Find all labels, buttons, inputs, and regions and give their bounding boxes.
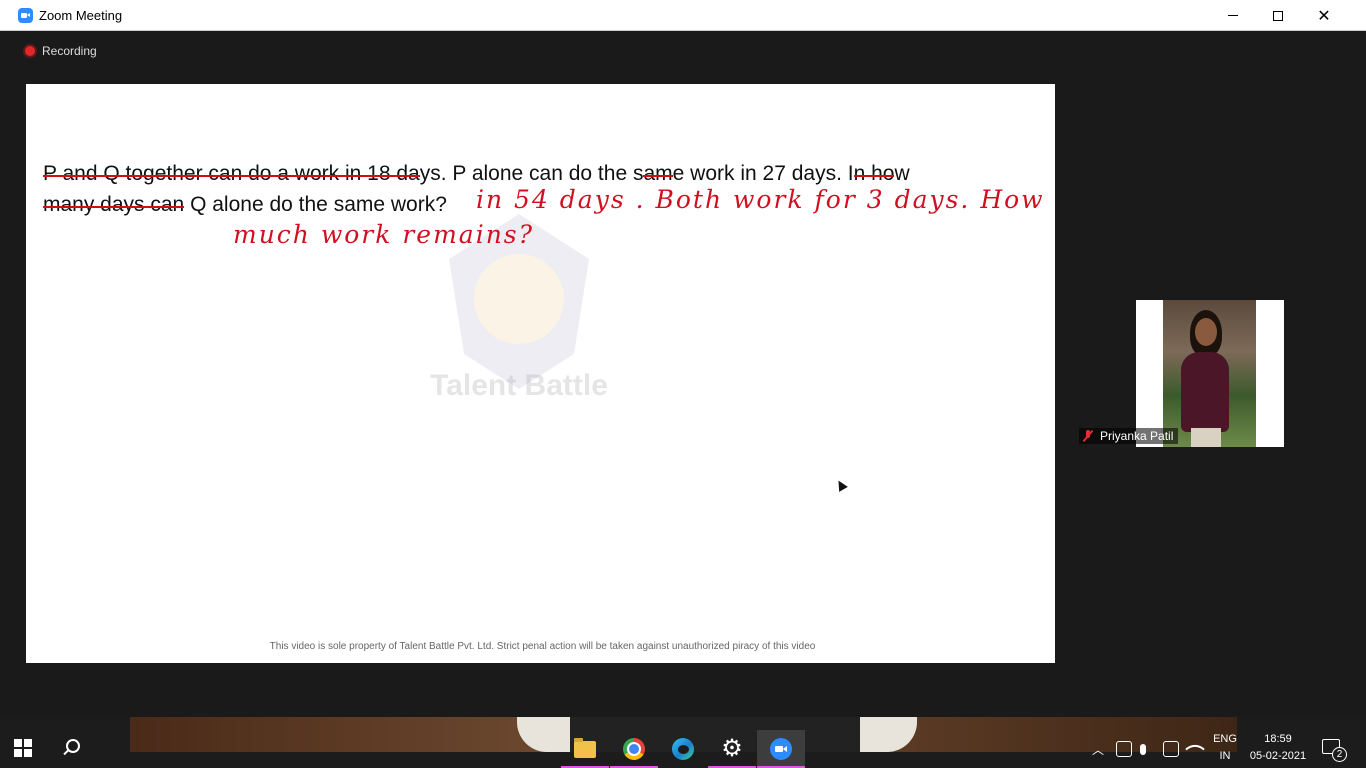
question-text: w <box>894 162 910 185</box>
file-explorer-taskbar-button[interactable] <box>561 730 609 768</box>
handwritten-annotation-1: in 54 days . Both work for 3 days. How <box>476 185 1045 214</box>
gear-icon: ⚙ <box>721 735 743 762</box>
camera-icon <box>1116 741 1132 757</box>
window-title: Zoom Meeting <box>39 8 123 23</box>
close-icon: ✕ <box>1317 7 1331 25</box>
clock-button[interactable]: 18:59 05-02-2021 <box>1246 731 1310 765</box>
participant-video[interactable] <box>1136 300 1284 447</box>
handwritten-annotation-2: much work remains? <box>233 220 535 249</box>
watermark-text: Talent Battle <box>430 369 608 402</box>
minimize-icon <box>1228 15 1238 16</box>
struck-text: many days can <box>43 193 185 216</box>
input-language-button[interactable]: ENG IN <box>1211 731 1239 765</box>
clock-time: 18:59 <box>1264 733 1292 745</box>
edge-icon <box>672 738 694 760</box>
zoom-app-icon <box>18 8 33 23</box>
notification-count-badge: 2 <box>1332 747 1347 762</box>
recording-indicator[interactable]: Recording <box>25 44 97 58</box>
participant-photo <box>1163 300 1256 447</box>
question-text: Q alone do the same work? <box>184 193 447 216</box>
zoom-taskbar-button[interactable] <box>757 730 805 768</box>
shared-screen: Talent Battle P and Q together can do a … <box>26 84 1055 663</box>
question-line-1: P and Q together can do a work in 18 day… <box>43 162 910 186</box>
title-bar: Zoom Meeting ✕ <box>0 0 1366 31</box>
meeting-area: Recording Talent Battle P and Q together… <box>9 31 1348 717</box>
recording-dot-icon <box>25 46 35 56</box>
folder-icon <box>574 737 596 758</box>
clock-date: 05-02-2021 <box>1249 750 1307 762</box>
close-button[interactable]: ✕ <box>1301 0 1347 31</box>
mic-muted-icon <box>1082 429 1094 443</box>
minimize-button[interactable] <box>1210 0 1256 31</box>
mouse-cursor-icon <box>834 478 848 492</box>
meet-now-tray-button[interactable] <box>1116 730 1132 768</box>
copyright-footer: This video is sole property of Talent Ba… <box>269 641 816 652</box>
chrome-icon <box>623 738 645 760</box>
participant-name-tag: Priyanka Patil <box>1079 428 1179 444</box>
question-line-2: many days can Q alone do the same work? <box>43 193 447 217</box>
settings-taskbar-button[interactable]: ⚙ <box>708 730 756 768</box>
chrome-taskbar-button[interactable] <box>610 730 658 768</box>
region-label: IN <box>1219 750 1231 762</box>
chevron-up-icon: ︿ <box>1091 742 1104 757</box>
windows-start-icon[interactable] <box>14 739 32 757</box>
network-tray-button[interactable] <box>1185 730 1205 768</box>
zoom-icon <box>770 738 792 760</box>
struck-text: am <box>643 162 673 185</box>
struck-text: P and Q together can do a work in 18 da <box>43 162 420 185</box>
language-label: ENG <box>1213 733 1237 745</box>
edge-taskbar-button[interactable] <box>659 730 707 768</box>
participant-name: Priyanka Patil <box>1100 429 1174 443</box>
question-text: e work in 27 days. I <box>672 162 854 185</box>
wifi-icon <box>1185 739 1205 759</box>
struck-text: n ho <box>853 162 895 185</box>
battery-tray-button[interactable] <box>1163 730 1179 768</box>
question-text: ys. P alone can do the s <box>419 162 644 185</box>
maximize-icon <box>1273 10 1283 21</box>
search-icon[interactable] <box>62 739 80 757</box>
microphone-tray-button[interactable] <box>1140 730 1146 768</box>
battery-icon <box>1163 741 1179 757</box>
show-hidden-icons-button[interactable]: ︿ <box>1091 730 1105 768</box>
microphone-icon <box>1140 743 1146 755</box>
recording-label: Recording <box>42 44 97 58</box>
taskbar: ⚙ ︿ ENG IN 18:59 05-02-2021 2 <box>0 717 1366 768</box>
maximize-button[interactable] <box>1255 0 1301 31</box>
